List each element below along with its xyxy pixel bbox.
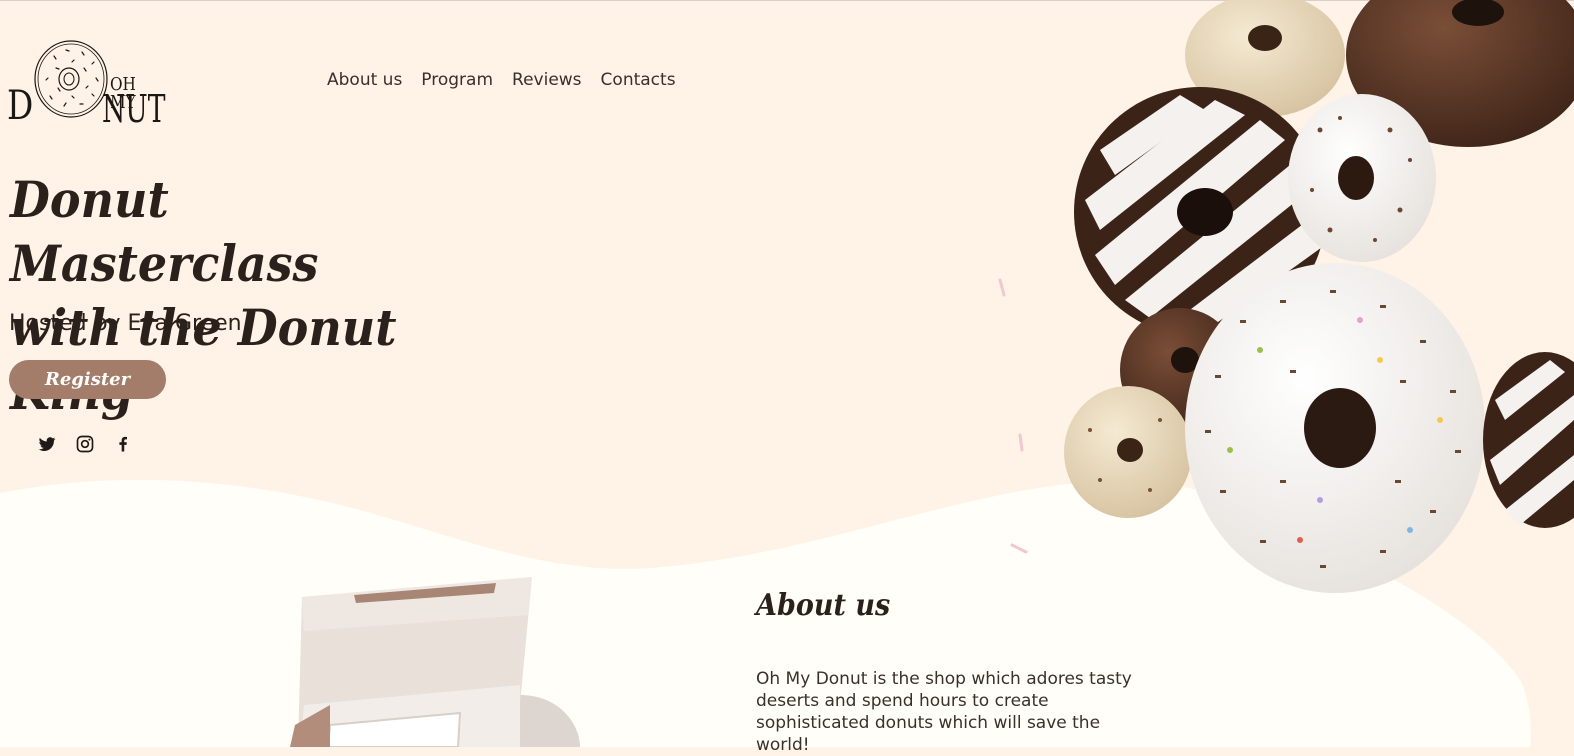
- brand-logo[interactable]: D OH MY NUT: [6, 38, 168, 128]
- nav-about-us[interactable]: About us: [327, 69, 402, 91]
- nav-contacts[interactable]: Contacts: [601, 69, 676, 91]
- about-text: Oh My Donut is the shop which adores tas…: [756, 669, 1132, 755]
- logo-letter-d: D: [7, 83, 33, 129]
- facebook-icon[interactable]: [113, 434, 133, 454]
- hero-subtitle: Hosted by Eva Green: [9, 311, 242, 336]
- main-nav: About us Program Reviews Contacts: [327, 69, 676, 91]
- hero-title-line1: Donut Masterclass: [10, 170, 319, 293]
- instagram-icon[interactable]: [75, 434, 95, 454]
- social-links: [37, 434, 133, 454]
- about-title: About us: [756, 588, 891, 623]
- donut-box-image: [290, 577, 580, 747]
- nav-program[interactable]: Program: [421, 69, 493, 91]
- nav-reviews[interactable]: Reviews: [512, 69, 582, 91]
- register-button[interactable]: Register: [9, 360, 166, 399]
- logo-nut: NUT: [102, 87, 166, 131]
- twitter-icon[interactable]: [37, 434, 57, 454]
